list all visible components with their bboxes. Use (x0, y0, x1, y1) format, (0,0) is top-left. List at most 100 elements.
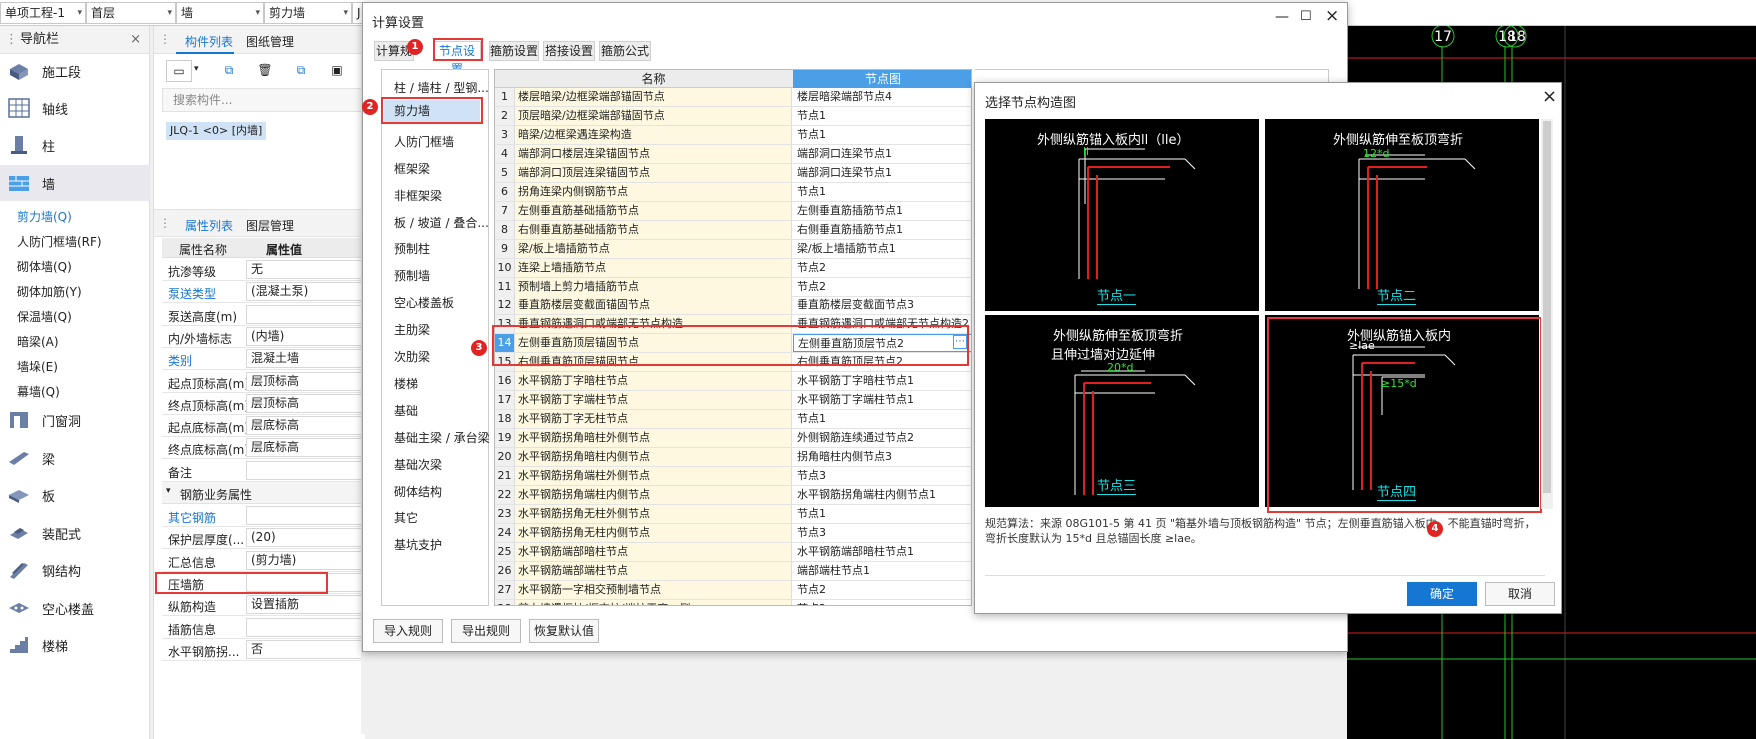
nav-subitem[interactable]: 墙垛(E) (17, 358, 58, 375)
property-row[interactable]: 终点底标高(m) 层底标高 (162, 437, 367, 460)
tab-lap-settings[interactable]: 搭接设置 (543, 41, 595, 61)
close-icon[interactable]: × (130, 26, 141, 54)
component-item[interactable]: JLQ-1 <0> [内墙] (166, 122, 267, 140)
row-node[interactable]: 水平钢筋端部暗柱节点1 (793, 543, 971, 561)
table-row[interactable]: 2 顶层暗梁/边框梁端部锚固节点 节点1 (495, 106, 971, 126)
category-item[interactable]: 楼梯 (394, 375, 418, 392)
category-item[interactable]: 预制柱 (394, 240, 430, 257)
row-node[interactable]: 端部洞口连梁节点1 (793, 145, 971, 163)
property-group[interactable]: ▾ 钢筋业务属性 (162, 482, 366, 504)
nav-item-slab[interactable]: 板 (0, 477, 150, 513)
nav-subitem[interactable]: 幕墙(Q) (17, 383, 60, 400)
nav-item-steel[interactable]: 钢结构 (0, 552, 150, 588)
nav-subitem[interactable]: 砌体墙(Q) (17, 258, 72, 275)
property-value[interactable]: 否 (246, 639, 366, 659)
duplicate-icon[interactable]: ⧉ (288, 60, 314, 82)
close-icon[interactable]: × (1325, 6, 1339, 26)
row-node[interactable]: 右侧垂直筋插筋节点1 (793, 221, 971, 239)
table-row[interactable]: 5 端部洞口顶层连梁锚固节点 端部洞口连梁节点1 (495, 163, 971, 183)
category-item[interactable]: 基础主梁 / 承台梁 (394, 429, 490, 446)
row-node[interactable]: 节点1 (793, 183, 971, 201)
close-icon[interactable]: × (1542, 86, 1557, 107)
row-node[interactable]: 节点1 (793, 410, 971, 428)
nav-item-column[interactable]: 柱 (0, 127, 150, 163)
property-value[interactable]: (剪力墙) (246, 550, 366, 570)
row-node[interactable]: 端部端柱节点1 (793, 562, 971, 580)
table-row[interactable]: 9 梁/板上墙插筋节点 梁/板上墙插筋节点1 (495, 239, 971, 259)
drag-handle-icon[interactable]: ⋮ (159, 32, 171, 46)
tab-stirrup-formula[interactable]: 箍筋公式 (599, 41, 651, 61)
property-row[interactable]: 起点顶标高(m) 层顶标高 (162, 371, 367, 393)
property-row[interactable]: 内/外墙标志 (内墙) (162, 326, 367, 348)
property-row[interactable]: 泵送高度(m) (162, 304, 367, 326)
export-rules-button[interactable]: 导出规则 (451, 619, 521, 643)
category-item[interactable]: 主肋梁 (394, 321, 430, 338)
table-row[interactable]: 6 拐角连梁内侧钢筋节点 节点1 (495, 182, 971, 202)
row-node[interactable]: 水平钢筋丁字端柱节点1 (793, 391, 971, 409)
scroll-thumb[interactable] (1543, 121, 1551, 493)
table-row[interactable]: 21 水平钢筋拐角端柱外侧节点 节点3 (495, 467, 971, 486)
category-item[interactable]: 框架梁 (394, 160, 430, 177)
search-input[interactable]: 搜索构件... (162, 88, 366, 112)
ok-button[interactable]: 确定 (1407, 582, 1477, 606)
property-row[interactable]: 泵送类型 (混凝土泵) (162, 281, 367, 304)
row-node[interactable]: 节点2 (793, 278, 971, 296)
row-node[interactable]: 节点1 (793, 107, 971, 125)
cancel-button[interactable]: 取消 (1485, 582, 1555, 606)
nav-subitem[interactable]: 剪力墙(Q) (17, 208, 72, 225)
component-subtype-select[interactable]: 剪力墙 ▾ (264, 2, 352, 24)
row-node[interactable]: 节点2 (793, 600, 971, 605)
nav-subitem[interactable]: 暗梁(A) (17, 333, 59, 350)
tab-layer-manage[interactable]: 图层管理 (246, 217, 294, 234)
property-value[interactable]: (20) (246, 528, 366, 548)
node-diagram-1[interactable]: 外侧纵筋锚入板内ll（lle） ll 节点一 (985, 119, 1259, 311)
category-item[interactable]: 非框架梁 (394, 187, 442, 204)
nav-subitem[interactable]: 砌体加筋(Y) (17, 283, 82, 300)
node-diagram-3[interactable]: 外侧纵筋伸至板顶弯折 且伸过墙对边延伸 20*d 节点三 (985, 315, 1259, 507)
table-row[interactable]: 12 垂直筋楼层变截面锚固节点 垂直筋楼层变截面节点3 (495, 296, 971, 316)
row-node[interactable]: 节点1 (793, 126, 971, 144)
drag-handle-icon[interactable]: ⋮ (159, 216, 171, 230)
property-value[interactable]: (混凝土泵) (246, 282, 366, 302)
table-row[interactable]: 18 水平钢筋丁字无柱节点 节点1 (495, 410, 971, 430)
nav-subitem[interactable]: 人防门框墙(RF) (17, 233, 102, 250)
row-node[interactable]: 节点2 (793, 581, 971, 599)
new-icon[interactable]: ▭ (166, 60, 192, 82)
nav-subitem[interactable]: 保温墙(Q) (17, 308, 72, 325)
category-item[interactable]: 基础 (394, 402, 418, 419)
row-node[interactable]: 拐角暗柱内侧节点3 (793, 448, 971, 466)
row-node[interactable]: 梁/板上墙插筋节点1 (793, 240, 971, 258)
row-node[interactable]: 外侧钢筋连续通过节点2 (793, 429, 971, 447)
import-rules-button[interactable]: 导入规则 (373, 619, 443, 643)
table-row[interactable]: 8 右侧垂直筋基础插筋节点 右侧垂直筋插筋节点1 (495, 220, 971, 240)
property-row[interactable]: 水平钢筋拐... 否 (162, 639, 367, 661)
table-row[interactable]: 4 端部洞口楼层连梁锚固节点 端部洞口连梁节点1 (495, 144, 971, 164)
table-row[interactable]: 1 楼层暗梁/边框梁端部锚固节点 楼层暗梁端部节点4 (495, 88, 971, 107)
table-row[interactable]: 19 水平钢筋拐角暗柱外侧节点 外侧钢筋连续通过节点2 (495, 429, 971, 449)
table-row[interactable]: 23 水平钢筋拐角无柱外侧节点 节点1 (495, 504, 971, 524)
category-item[interactable]: 砌体结构 (394, 483, 442, 500)
row-node[interactable]: 节点1 (793, 505, 971, 523)
category-item[interactable]: 空心楼盖板 (394, 294, 454, 311)
tab-stirrup-settings[interactable]: 箍筋设置 (489, 41, 539, 61)
property-row[interactable]: 起点底标高(m) 层底标高 (162, 415, 367, 438)
nav-item-prefab[interactable]: 装配式 (0, 515, 150, 551)
tab-property-list[interactable]: 属性列表 (185, 217, 233, 234)
table-row[interactable]: 7 左侧垂直筋基础插筋节点 左侧垂直筋插筋节点1 (495, 201, 971, 221)
property-row[interactable]: 汇总信息 (剪力墙) (162, 550, 367, 572)
property-row[interactable]: 保护层厚度(... (20) (162, 527, 367, 550)
nav-item-axis-grid[interactable]: 轴线 (0, 90, 150, 126)
diagram-scrollbar[interactable] (1541, 119, 1553, 509)
table-row[interactable]: 11 预制墙上剪力墙插筋节点 节点2 (495, 277, 971, 297)
row-node[interactable]: 楼层暗梁端部节点4 (793, 88, 971, 106)
property-row[interactable]: 其它钢筋 (162, 505, 367, 527)
row-node[interactable]: 节点3 (793, 467, 971, 485)
row-node[interactable]: 左侧垂直筋插筋节点1 (793, 202, 971, 220)
restore-defaults-button[interactable]: 恢复默认值 (529, 619, 599, 643)
table-row[interactable]: 16 水平钢筋丁字暗柱节点 水平钢筋丁字暗柱节点1 (495, 372, 971, 392)
table-row[interactable]: 17 水平钢筋丁字端柱节点 水平钢筋丁字端柱节点1 (495, 391, 971, 411)
delete-icon[interactable]: 🗑 (252, 60, 278, 82)
nav-item-hollow-floor[interactable]: 空心楼盖 (0, 590, 150, 626)
property-row[interactable]: 纵筋构造 设置插筋 (162, 594, 367, 617)
drag-handle-icon[interactable]: ⋮ (5, 26, 18, 54)
